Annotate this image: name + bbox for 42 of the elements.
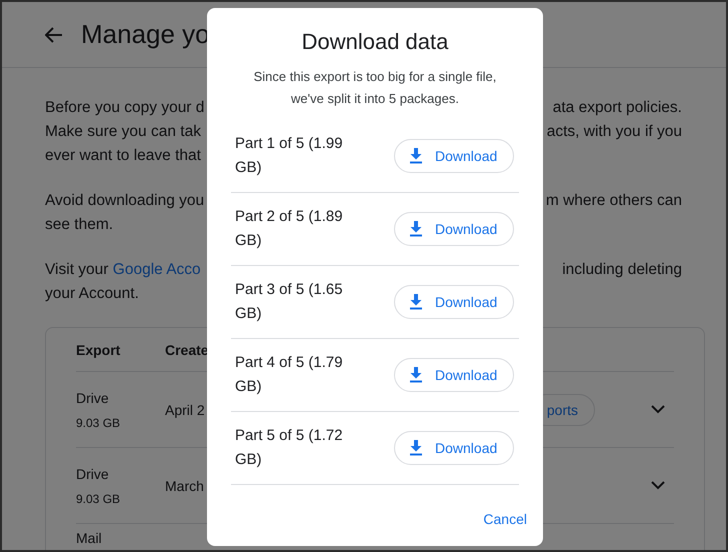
created-date: April 2 (165, 402, 206, 418)
paragraph-text: acts, with you if you (546, 122, 682, 142)
download-button[interactable]: Download (394, 212, 514, 246)
paragraph-text: ata export policies. (552, 98, 682, 118)
paragraph-text: see them. (45, 216, 114, 233)
paragraph-text: including deleting (562, 260, 682, 280)
export-name: Drive (76, 390, 110, 406)
created-date: March (165, 478, 205, 494)
download-icon (409, 367, 423, 383)
paragraph-text: Visit your (45, 261, 110, 278)
download-button[interactable]: Download (394, 285, 514, 319)
back-arrow-icon[interactable] (45, 26, 63, 42)
dialog-title: Download data (300, 28, 450, 56)
column-header: Create (165, 342, 209, 358)
part-label: Part 2 of 5 (1.89 GB) (235, 207, 344, 251)
part-label: Part 1 of 5 (1.99 GB) (235, 134, 344, 178)
paragraph-text: Avoid downloading you (45, 192, 204, 209)
download-icon (409, 294, 423, 310)
export-name: Drive (76, 466, 110, 482)
part-label: Part 4 of 5 (1.79 GB) (235, 353, 344, 397)
export-size: 9.03 GB (76, 416, 122, 430)
paragraph-text: your Account. (45, 285, 139, 302)
export-name: Mail (76, 530, 103, 546)
download-button[interactable]: Download (394, 139, 514, 173)
dialog-message: Since this export is too big for a single file, we've split it into 5 packages. (252, 68, 498, 108)
paragraph-text: Make sure you can tak (45, 123, 201, 140)
part-label: Part 5 of 5 (1.72 GB) (235, 426, 344, 470)
column-header: Export (76, 342, 122, 358)
cancel-button[interactable]: Cancel (483, 501, 527, 537)
part-label: Part 3 of 5 (1.65 GB) (235, 280, 344, 324)
download-button[interactable]: Download (394, 358, 514, 392)
chevron-down-icon[interactable] (651, 481, 665, 490)
download-icon (409, 148, 423, 164)
download-button[interactable]: Download (394, 431, 514, 465)
export-size: 9.03 GB (76, 492, 122, 506)
paragraph-text: ever want to leave that (45, 147, 201, 164)
download-icon (409, 440, 423, 456)
paragraph-text: Before you copy your d (45, 99, 204, 116)
paragraph-text: m where others can (546, 191, 682, 211)
account-link[interactable]: Google Acco (112, 261, 201, 278)
chevron-down-icon[interactable] (651, 405, 665, 414)
download-icon (409, 221, 423, 237)
